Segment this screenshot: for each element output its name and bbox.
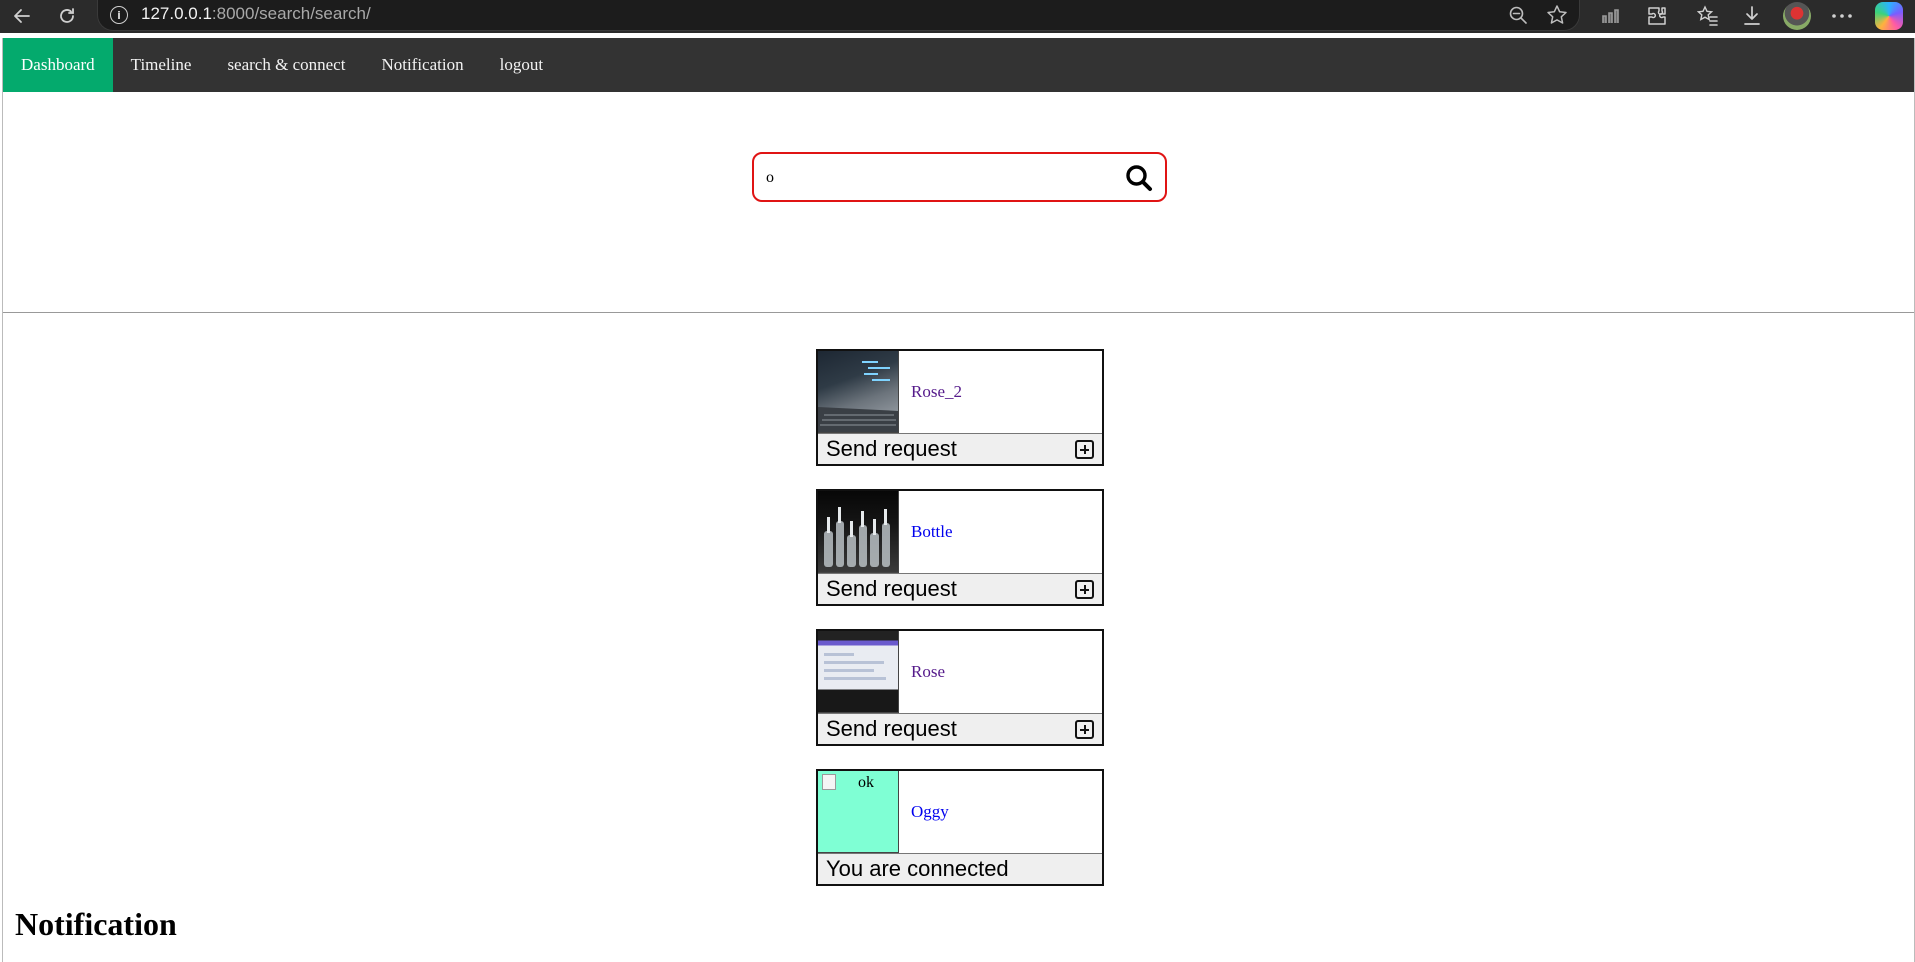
nav-logout[interactable]: logout: [482, 38, 561, 92]
nav-timeline[interactable]: Timeline: [113, 38, 210, 92]
search-input[interactable]: [766, 166, 1106, 190]
broken-profile-image: ok: [818, 771, 899, 853]
more-icon[interactable]: [1830, 4, 1854, 28]
plus-square-icon: [1075, 580, 1094, 599]
downloads-icon[interactable]: [1740, 4, 1764, 28]
connected-status: You are connected: [818, 853, 1102, 884]
search-box: [752, 152, 1167, 202]
result-name-link[interactable]: Rose_2: [911, 382, 962, 402]
result-card: ok Oggy You are connected: [816, 769, 1104, 886]
result-card: Rose Send request: [816, 629, 1104, 746]
address-bar[interactable]: i 127.0.0.1:8000/search/search/: [97, 0, 1580, 31]
result-card: Rose_2 Send request: [816, 349, 1104, 466]
favorite-star-icon[interactable]: [1545, 3, 1569, 27]
send-request-button[interactable]: Send request: [818, 573, 1102, 604]
performance-icon[interactable]: [1600, 4, 1624, 28]
profile-thumbnail: [818, 631, 899, 713]
nav-dashboard[interactable]: Dashboard: [3, 38, 113, 92]
browser-toolbar: i 127.0.0.1:8000/search/search/: [0, 0, 1915, 33]
divider: [3, 312, 1914, 313]
result-name-link[interactable]: Oggy: [911, 802, 949, 822]
plus-square-icon: [1075, 720, 1094, 739]
notification-heading: Notification: [15, 906, 177, 942]
profile-avatar[interactable]: [1783, 2, 1811, 30]
copilot-icon[interactable]: [1875, 2, 1903, 30]
result-name-link[interactable]: Bottle: [911, 522, 953, 542]
app-page: Dashboard Timeline search & connect Noti…: [2, 38, 1915, 962]
profile-thumbnail: [818, 351, 899, 433]
nav-notification[interactable]: Notification: [363, 38, 481, 92]
search-results: Rose_2 Send request Bottle Send request …: [816, 349, 1104, 909]
result-card: Bottle Send request: [816, 489, 1104, 606]
back-icon[interactable]: [10, 4, 34, 28]
zoom-out-icon[interactable]: [1506, 3, 1530, 27]
info-icon[interactable]: i: [110, 6, 128, 24]
search-icon[interactable]: [1122, 162, 1156, 194]
favorites-icon[interactable]: [1696, 4, 1720, 28]
reload-icon[interactable]: [55, 4, 79, 28]
result-name-link[interactable]: Rose: [911, 662, 945, 682]
top-nav: Dashboard Timeline search & connect Noti…: [3, 38, 1914, 92]
profile-thumbnail: [818, 491, 899, 573]
image-alt-text: ok: [858, 774, 874, 791]
plus-square-icon: [1075, 440, 1094, 459]
url-text: 127.0.0.1:8000/search/search/: [141, 4, 371, 23]
send-request-button[interactable]: Send request: [818, 433, 1102, 464]
extensions-icon[interactable]: [1645, 4, 1669, 28]
nav-search-connect[interactable]: search & connect: [209, 38, 363, 92]
send-request-button[interactable]: Send request: [818, 713, 1102, 744]
broken-image-icon: [822, 774, 836, 790]
